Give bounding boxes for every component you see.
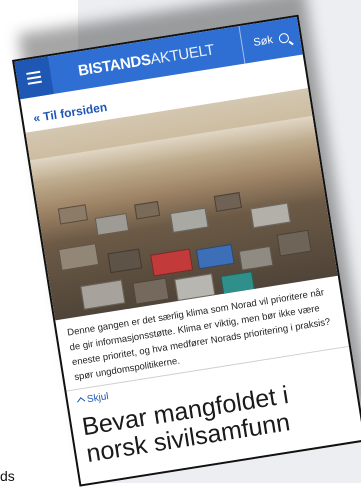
chevron-up-icon (77, 397, 86, 406)
photo-roof (132, 277, 170, 305)
edge-text: ds (0, 468, 15, 484)
photo-roof (58, 243, 100, 271)
hide-label: Skjul (86, 391, 110, 406)
double-chevron-left-icon: « (32, 110, 42, 126)
photo-roof (80, 279, 126, 310)
photo-roof (238, 245, 274, 271)
photo-roof (250, 202, 291, 229)
photo-roof (94, 212, 130, 236)
search-button[interactable]: Søk (238, 16, 303, 64)
hamburger-icon[interactable] (14, 56, 54, 100)
photo-roof (169, 207, 209, 233)
photo-roof (213, 192, 242, 212)
photo-horizon (29, 115, 316, 183)
photo-roof (195, 243, 235, 270)
photo-roof (134, 200, 161, 220)
logo-light-text: AKTUELT (149, 40, 216, 68)
phone-screen: BISTANDSAKTUELT Søk « Til forsiden Denne… (12, 14, 361, 487)
photo-roof (276, 229, 312, 257)
search-icon (277, 32, 290, 44)
search-label: Søk (252, 34, 274, 49)
photo-roof (107, 248, 143, 274)
logo-bold-text: BISTANDS (76, 50, 152, 80)
photo-roof (150, 248, 194, 277)
photo-roof (57, 204, 88, 225)
